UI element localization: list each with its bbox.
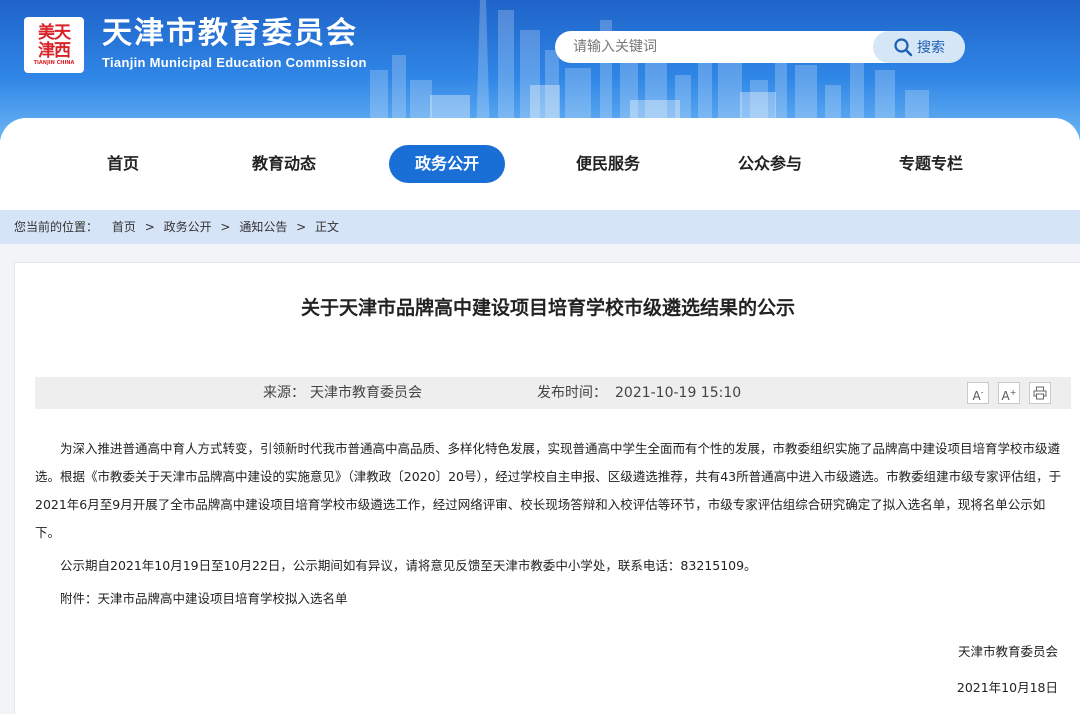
nav-item-public-participation[interactable]: 公众参与 [712,145,828,183]
site-subtitle: Tianjin Municipal Education Commission [102,55,367,70]
article-paragraph: 公示期自2021年10月19日至10月22日，公示期间如有异议，请将意见反馈至天… [60,558,757,573]
article-body: 为深入推进普通高中育人方式转变，引领新时代我市普通高中高品质、多样化特色发展，实… [35,435,1065,613]
search-button-label: 搜索 [917,40,945,56]
attachment-link[interactable]: 附件：天津市品牌高中建设项目培育学校拟入选名单 [35,585,1065,613]
print-button[interactable] [1029,382,1051,404]
breadcrumb-separator: > [220,220,231,234]
article-meta-bar: 来源： 天津市教育委员会 发布时间： 2021-10-19 15:10 A- A… [35,377,1071,409]
logo-mark-top: 美天 [38,22,71,43]
breadcrumb-item-notices[interactable]: 通知公告 [239,210,287,244]
article-title: 关于天津市品牌高中建设项目培育学校市级遴选结果的公示 [300,297,795,319]
source-value: 天津市教育委员会 [310,385,422,401]
article-container: 关于天津市品牌高中建设项目培育学校市级遴选结果的公示 来源： 天津市教育委员会 … [14,262,1080,714]
breadcrumb-separator: > [296,220,307,234]
breadcrumb-separator: > [144,220,155,234]
main-nav: 首页 教育动态 政务公开 便民服务 公众参与 专题专栏 [0,118,1080,210]
search-button[interactable]: 搜索 [873,31,965,63]
font-larger-button[interactable]: A+ [998,382,1020,404]
search-box: 搜索 [555,31,965,63]
logo-mark-bottom: 津西 [38,40,71,61]
logo-caption: TIANJIN CHINA [33,59,75,66]
font-larger-icon: A [1001,389,1010,403]
site-title: 天津市教育委员会 [102,16,358,51]
search-icon [893,37,913,57]
article-paragraph: 为深入推进普通高中育人方式转变，引领新时代我市普通高中高品质、多样化特色发展，实… [35,441,1062,540]
sign-date: 2021年10月18日 [956,680,1058,695]
breadcrumb-item-home[interactable]: 首页 [112,210,136,244]
signature: 天津市教育委员会 [957,644,1058,659]
print-icon [1033,386,1047,403]
site-logo[interactable]: 美天 津西 TIANJIN CHINA [24,17,84,73]
breadcrumb-item-current: 正文 [315,220,340,234]
breadcrumb-prefix: 您当前的位置： [14,220,99,234]
nav-item-government-affairs[interactable]: 政务公开 [389,145,505,183]
nav-item-home[interactable]: 首页 [65,145,181,183]
publish-date-label: 发布时间： [537,385,607,401]
breadcrumb-item-government-affairs[interactable]: 政务公开 [164,210,212,244]
font-smaller-button[interactable]: A- [967,382,989,404]
publish-date-value: 2021-10-19 15:10 [615,385,742,401]
source-label: 来源： [263,385,305,401]
breadcrumb: 您当前的位置： 首页 > 政务公开 > 通知公告 > 正文 [0,210,1080,244]
nav-item-special-topics[interactable]: 专题专栏 [873,145,989,183]
nav-item-education-news[interactable]: 教育动态 [226,145,342,183]
search-input[interactable] [555,31,875,63]
nav-item-public-service[interactable]: 便民服务 [550,145,666,183]
font-smaller-icon: A [972,389,981,403]
